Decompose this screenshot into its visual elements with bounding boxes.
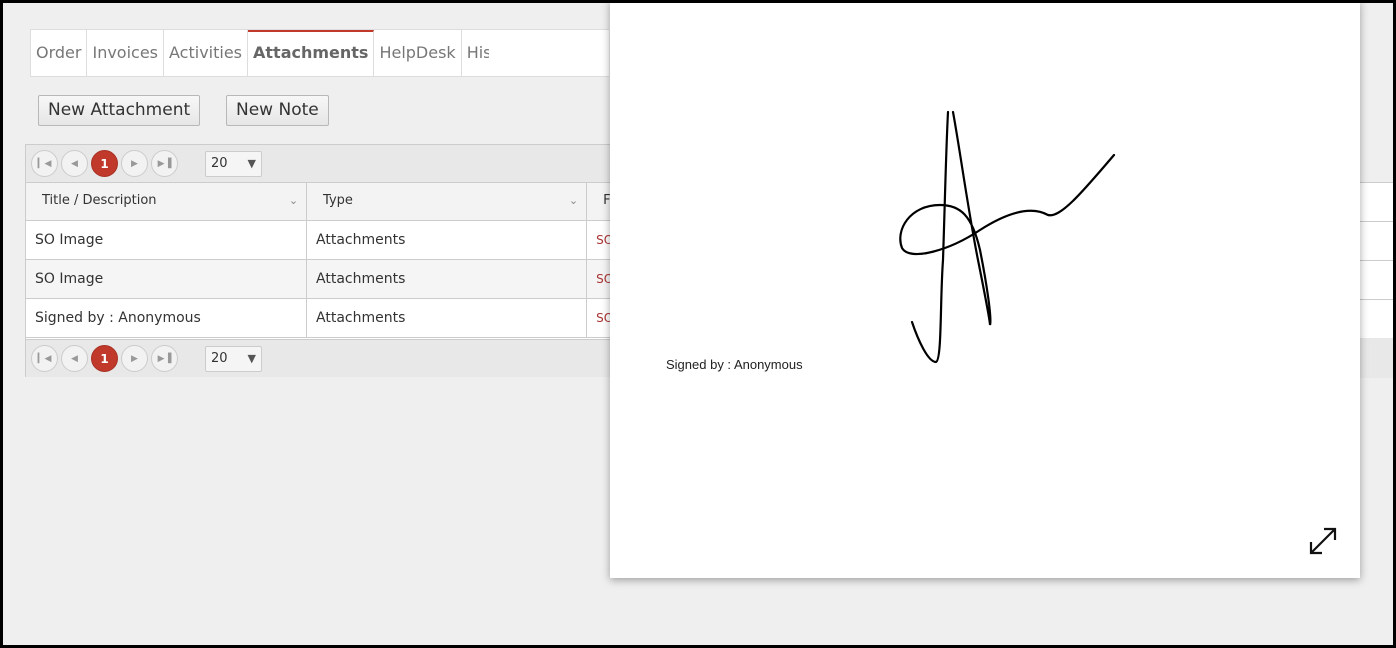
page-size-select[interactable]: 20 ▼: [205, 150, 262, 177]
row-type: Attachments: [307, 260, 588, 298]
tab-order[interactable]: Order: [31, 30, 88, 76]
column-header-type[interactable]: Type ⌄: [307, 183, 588, 221]
expand-icon[interactable]: [1308, 526, 1338, 556]
current-page-button[interactable]: 1: [91, 150, 118, 177]
prev-page-icon[interactable]: ◀: [61, 345, 88, 372]
signature-preview-popup: Signed by : Anonymous: [610, 0, 1360, 578]
table-row[interactable]: SO Image Attachments SO: [26, 260, 624, 299]
chevron-down-icon: ▼: [247, 157, 256, 170]
page-size-select[interactable]: 20 ▼: [205, 345, 262, 372]
pager-bottom: ▎◀ ◀ 1 ▶ ▶▐ 20 ▼: [26, 339, 624, 377]
grid-right-edge: [1360, 182, 1396, 378]
prev-page-icon[interactable]: ◀: [61, 150, 88, 177]
tab-bar: Order Invoices Activities Attachments He…: [30, 29, 531, 77]
first-page-icon[interactable]: ▎◀: [31, 345, 58, 372]
page-size-value: 20: [211, 156, 228, 171]
signature-image: [899, 110, 1116, 364]
column-title-label: Title / Description: [42, 193, 157, 208]
table-row[interactable]: Signed by : Anonymous Attachments SO: [26, 299, 624, 338]
row-title: SO Image: [26, 221, 308, 259]
tab-helpdesk[interactable]: HelpDesk: [374, 30, 462, 76]
last-page-icon[interactable]: ▶▐: [151, 345, 178, 372]
tab-attachments[interactable]: Attachments: [248, 30, 375, 76]
row-type: Attachments: [307, 221, 588, 259]
tab-bar-filler: [489, 29, 609, 77]
attachments-grid: ▎◀ ◀ 1 ▶ ▶▐ 20 ▼ Title / Description ⌄ T…: [25, 144, 625, 377]
new-attachment-button[interactable]: New Attachment: [38, 95, 201, 126]
row-type: Attachments: [307, 299, 588, 337]
first-page-icon[interactable]: ▎◀: [31, 150, 58, 177]
table-row[interactable]: SO Image Attachments SO: [26, 221, 624, 260]
pager-top: ▎◀ ◀ 1 ▶ ▶▐ 20 ▼: [26, 145, 624, 183]
current-page-button[interactable]: 1: [91, 345, 118, 372]
chevron-down-icon[interactable]: ⌄: [289, 183, 298, 219]
row-title: Signed by : Anonymous: [26, 299, 308, 337]
row-title: SO Image: [26, 260, 308, 298]
column-header-title[interactable]: Title / Description ⌄: [26, 183, 308, 221]
tab-invoices[interactable]: Invoices: [87, 30, 165, 76]
column-type-label: Type: [323, 193, 353, 208]
new-note-button[interactable]: New Note: [226, 95, 329, 126]
grid-header: Title / Description ⌄ Type ⌄ F: [26, 183, 624, 221]
next-page-icon[interactable]: ▶: [121, 150, 148, 177]
signature-caption: Signed by : Anonymous: [666, 357, 803, 372]
last-page-icon[interactable]: ▶▐: [151, 150, 178, 177]
next-page-icon[interactable]: ▶: [121, 345, 148, 372]
page-size-value: 20: [211, 351, 228, 366]
chevron-down-icon[interactable]: ⌄: [569, 183, 578, 219]
chevron-down-icon: ▼: [247, 352, 256, 365]
tab-activities[interactable]: Activities: [164, 30, 249, 76]
